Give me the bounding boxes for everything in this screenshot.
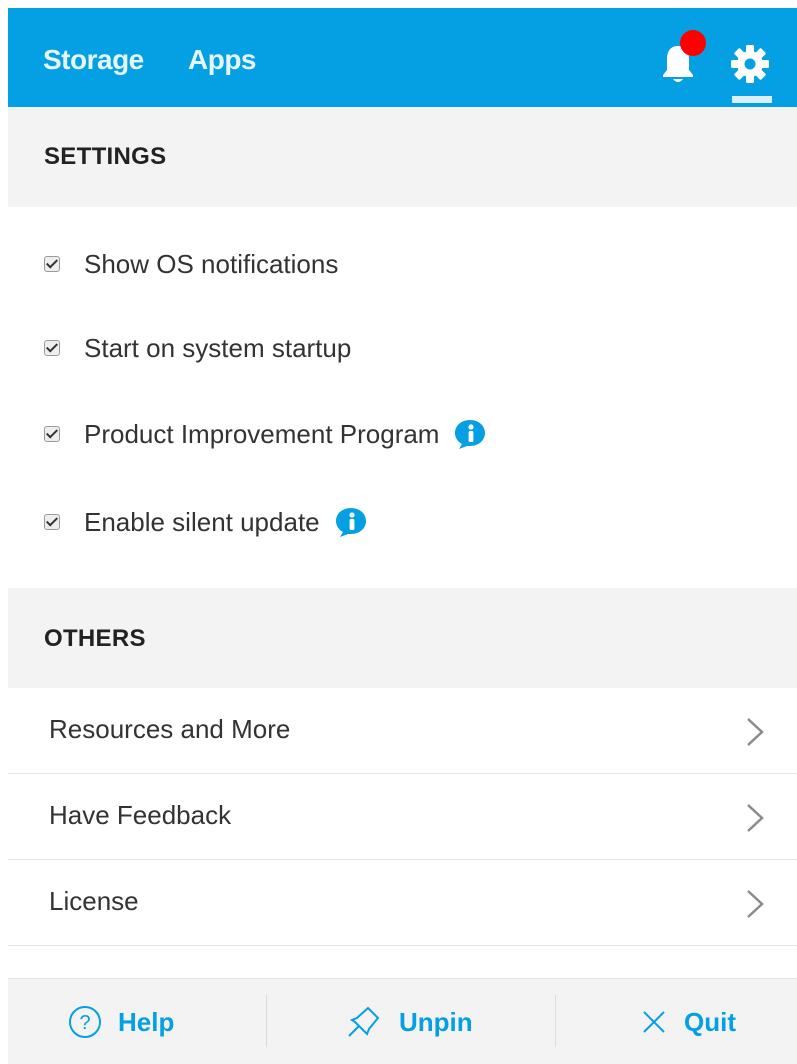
list-item-feedback[interactable]: Have Feedback (8, 774, 797, 860)
list-item-resources[interactable]: Resources and More (8, 688, 797, 774)
footer-divider (555, 995, 556, 1047)
list-item-label: License (49, 886, 139, 916)
gear-icon[interactable] (730, 44, 770, 84)
tab-storage[interactable]: Storage (43, 44, 144, 76)
option-label: Product Improvement Program (84, 418, 440, 449)
show-os-notifications-checkbox[interactable] (44, 256, 60, 272)
settings-section-header: SETTINGS (8, 107, 797, 207)
pin-icon (348, 1006, 380, 1037)
help-label: Help (118, 1006, 175, 1037)
silent-update-checkbox[interactable] (44, 514, 60, 530)
info-icon[interactable] (453, 418, 487, 450)
option-start-on-startup[interactable]: Start on system startup (44, 328, 351, 368)
list-item-label: Have Feedback (49, 800, 232, 830)
start-on-startup-checkbox[interactable] (44, 340, 60, 356)
footer-bar: ? Help Unpin Quit (8, 978, 797, 1064)
unpin-label: Unpin (399, 1006, 473, 1037)
chevron-right-icon (747, 804, 764, 832)
list-item-label: Resources and More (49, 714, 291, 744)
option-show-os-notifications[interactable]: Show OS notifications (44, 244, 338, 284)
svg-text:?: ? (79, 1012, 90, 1034)
footer-divider (266, 995, 267, 1047)
others-section-header: OTHERS (8, 588, 797, 688)
settings-panel: Storage Apps SETTINGS Show OS notificati… (8, 8, 797, 1064)
option-product-improvement[interactable]: Product Improvement Program (44, 414, 487, 454)
top-bar: Storage Apps (8, 8, 797, 107)
tab-apps[interactable]: Apps (188, 44, 257, 76)
others-title: OTHERS (44, 625, 146, 652)
option-label: Enable silent update (84, 506, 320, 537)
notification-badge (680, 30, 706, 56)
settings-title: SETTINGS (44, 143, 167, 170)
info-icon[interactable] (334, 506, 368, 538)
product-improvement-checkbox[interactable] (44, 426, 60, 442)
help-icon: ? (69, 1006, 101, 1038)
active-tab-indicator (732, 96, 772, 103)
quit-button[interactable]: Quit (640, 979, 736, 1064)
option-label: Show OS notifications (84, 248, 339, 279)
list-item-license[interactable]: License (8, 860, 797, 946)
help-button[interactable]: ? Help (68, 979, 174, 1064)
option-label: Start on system startup (84, 332, 352, 363)
quit-label: Quit (684, 1006, 736, 1037)
option-silent-update[interactable]: Enable silent update (44, 502, 368, 542)
close-icon (643, 1011, 665, 1033)
chevron-right-icon (747, 890, 764, 918)
chevron-right-icon (747, 718, 764, 746)
unpin-button[interactable]: Unpin (345, 979, 473, 1064)
